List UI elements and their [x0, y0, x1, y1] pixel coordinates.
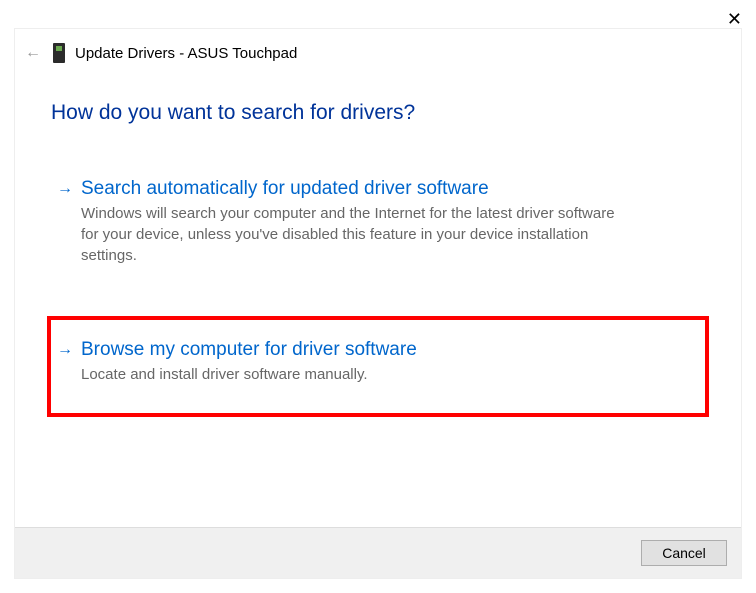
dialog-content: ← Update Drivers - ASUS Touchpad How do …	[15, 29, 741, 527]
close-icon[interactable]: ✕	[727, 10, 742, 28]
arrow-right-icon: →	[57, 177, 73, 201]
arrow-right-icon: →	[57, 338, 73, 362]
options-list: → Search automatically for updated drive…	[15, 135, 741, 413]
back-arrow-icon: ←	[23, 44, 43, 62]
update-drivers-dialog: ← Update Drivers - ASUS Touchpad How do …	[14, 28, 742, 579]
dialog-header: ← Update Drivers - ASUS Touchpad	[15, 29, 741, 73]
option-search-automatically[interactable]: → Search automatically for updated drive…	[51, 165, 705, 280]
option-title: Search automatically for updated driver …	[81, 177, 489, 201]
dialog-title: Update Drivers - ASUS Touchpad	[75, 45, 297, 62]
dialog-footer: Cancel	[15, 527, 741, 578]
option-title: Browse my computer for driver software	[81, 338, 417, 362]
device-icon	[53, 43, 65, 63]
page-heading: How do you want to search for drivers?	[15, 73, 741, 135]
option-description: Windows will search your computer and th…	[57, 201, 617, 266]
cancel-button[interactable]: Cancel	[641, 540, 727, 566]
option-browse-computer[interactable]: → Browse my computer for driver software…	[51, 320, 705, 413]
option-description: Locate and install driver software manua…	[57, 362, 617, 385]
